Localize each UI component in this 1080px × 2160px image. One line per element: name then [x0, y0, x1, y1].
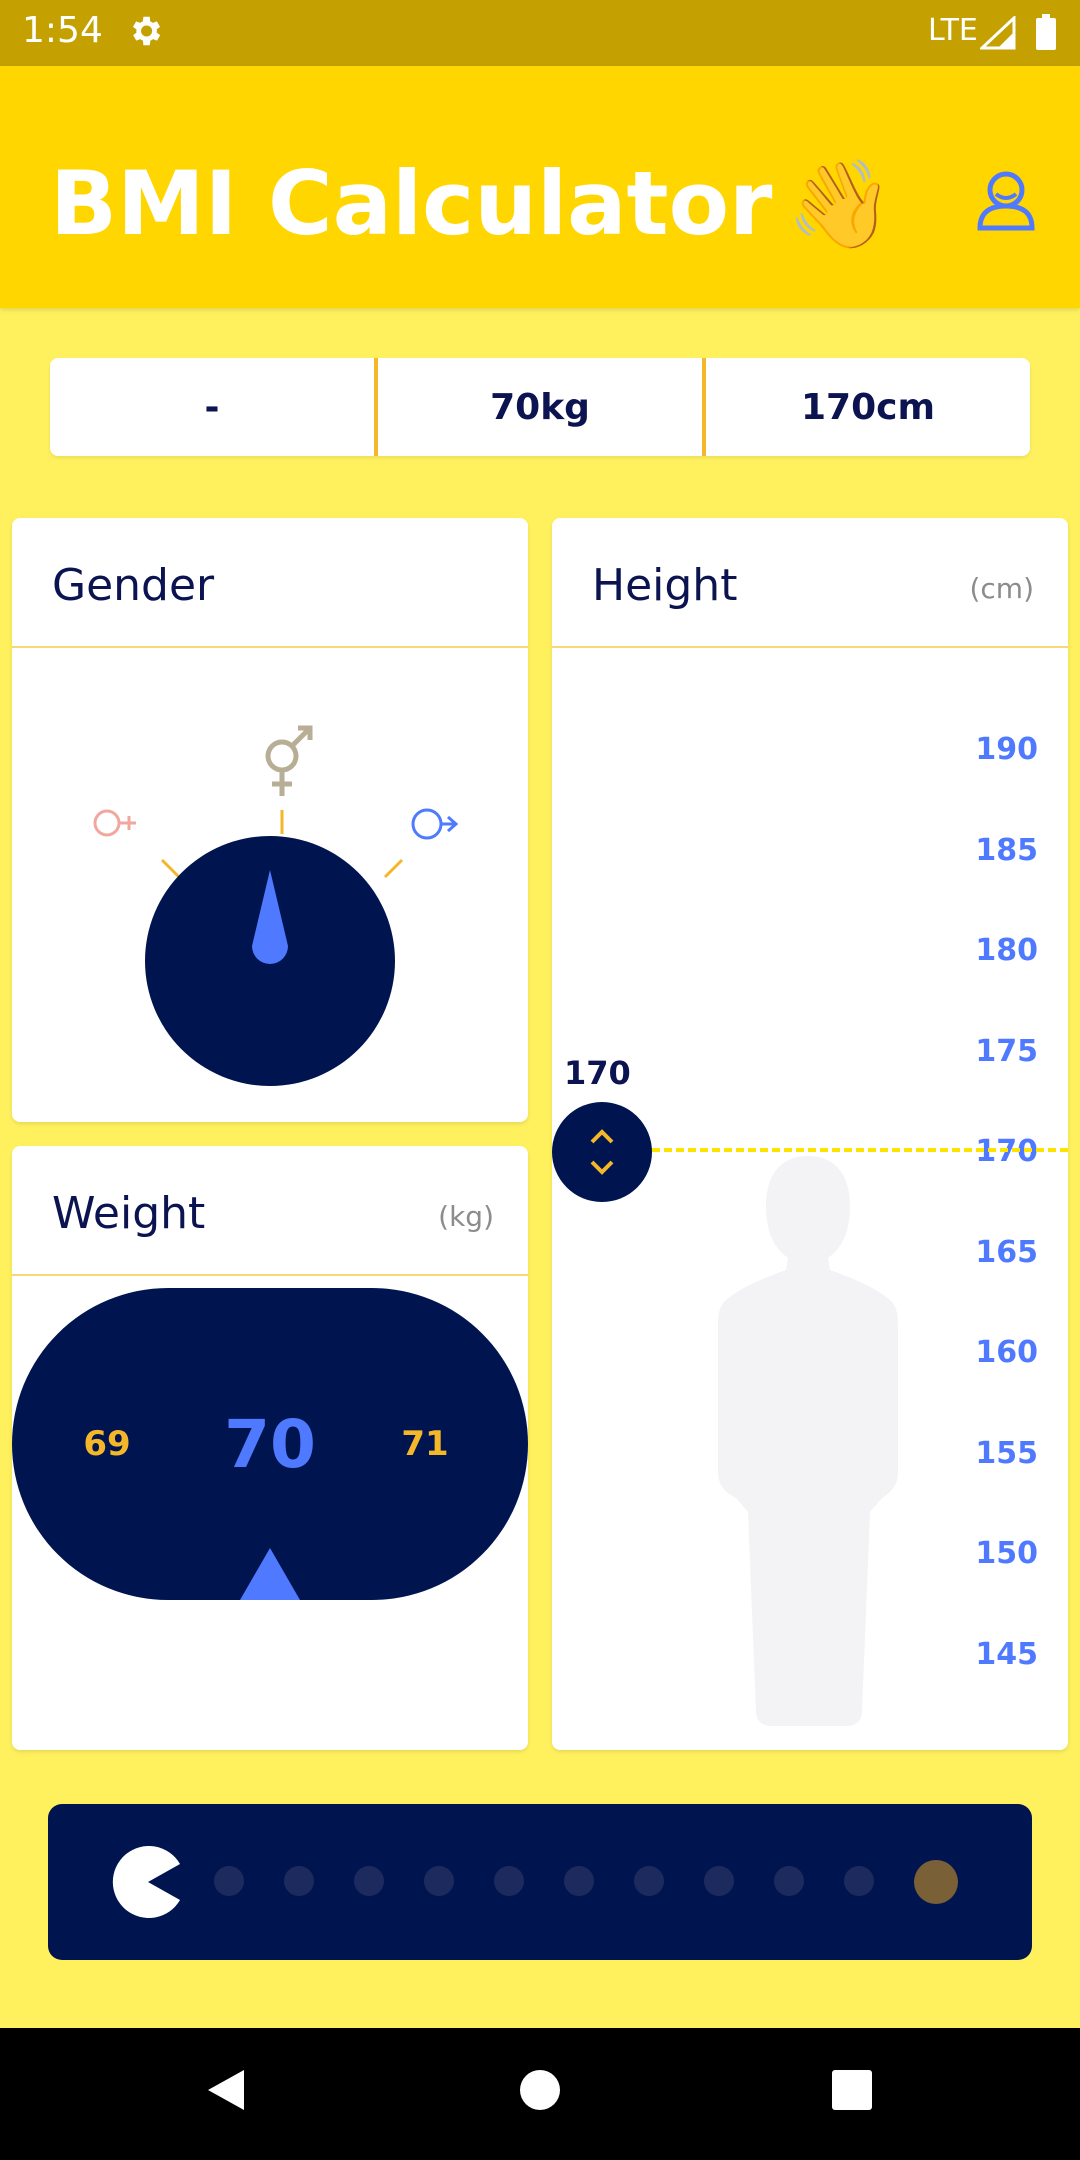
- weight-prev-value[interactable]: 69: [62, 1288, 152, 1600]
- battery-icon: [1036, 14, 1056, 54]
- title-text: BMI Calculator: [50, 152, 773, 255]
- progress-goal-dot: [914, 1860, 958, 1904]
- progress-dot: [494, 1866, 524, 1896]
- height-tick: 155: [975, 1436, 1038, 1471]
- progress-indicator: [48, 1804, 1032, 1960]
- height-tick: 150: [975, 1536, 1038, 1571]
- height-tick: 160: [975, 1335, 1038, 1370]
- height-card-title: Height: [592, 560, 738, 611]
- height-indicator-line: [652, 1148, 1068, 1152]
- height-tick: 185: [975, 833, 1038, 868]
- status-time: 1:54: [22, 10, 103, 51]
- signal-icon: [978, 14, 1016, 54]
- transgender-icon[interactable]: [265, 725, 313, 796]
- height-unit: (cm): [969, 572, 1034, 605]
- progress-dot: [354, 1866, 384, 1896]
- weight-selector[interactable]: 69 70 71: [12, 1288, 528, 1600]
- progress-dot: [564, 1866, 594, 1896]
- summary-weight: 70kg: [374, 358, 702, 456]
- height-tick: 190: [975, 732, 1038, 767]
- summary-gender: -: [204, 386, 220, 428]
- height-card-header: Height (cm): [552, 518, 1068, 648]
- progress-dot: [704, 1866, 734, 1896]
- profile-button[interactable]: [972, 166, 1040, 238]
- height-drag-handle[interactable]: [552, 1102, 652, 1202]
- waving-hand-icon: 👋: [786, 155, 894, 255]
- height-tick: 165: [975, 1235, 1038, 1270]
- home-icon[interactable]: [518, 2066, 562, 2114]
- progress-dot: [634, 1866, 664, 1896]
- pacman-icon: [112, 1846, 180, 1918]
- weight-unit: (kg): [438, 1200, 494, 1233]
- progress-dot: [214, 1866, 244, 1896]
- gender-card-header: Gender: [12, 518, 528, 648]
- app-bar: BMI Calculator 👋: [0, 66, 1080, 308]
- weight-next-value[interactable]: 71: [380, 1288, 470, 1600]
- network-label: LTE: [928, 13, 978, 48]
- system-nav-bar: [0, 2028, 1080, 2160]
- gender-card-title: Gender: [52, 560, 215, 611]
- weight-card-title: Weight: [52, 1188, 206, 1239]
- person-silhouette: [718, 1156, 898, 1726]
- height-card: Height (cm) 190 185 180 175 170 165 160 …: [552, 518, 1068, 1750]
- height-tick: 175: [975, 1034, 1038, 1069]
- status-bar: 1:54 LTE: [0, 0, 1080, 66]
- page-title: BMI Calculator 👋: [50, 152, 894, 256]
- weight-card: Weight (kg) 69 70 71: [12, 1146, 528, 1750]
- height-tick: 145: [975, 1637, 1038, 1672]
- chevron-up-down-icon: [590, 1129, 614, 1175]
- summary-height: 170cm: [702, 358, 1030, 456]
- male-icon[interactable]: [411, 808, 459, 840]
- progress-dot: [284, 1866, 314, 1896]
- progress-dot: [774, 1866, 804, 1896]
- gear-icon: [126, 12, 164, 54]
- progress-dot: [844, 1866, 874, 1896]
- gender-dial[interactable]: [12, 648, 528, 1122]
- height-handle-label: 170: [564, 1054, 631, 1092]
- weight-pointer: [240, 1548, 300, 1600]
- recents-icon[interactable]: [830, 2066, 874, 2114]
- bmi-summary: - 70kg 170cm: [50, 358, 1030, 456]
- height-tick: 180: [975, 933, 1038, 968]
- female-icon[interactable]: [93, 809, 136, 837]
- gender-card: Gender: [12, 518, 528, 1122]
- back-icon[interactable]: [204, 2066, 248, 2114]
- progress-dot: [424, 1866, 454, 1896]
- weight-card-header: Weight (kg): [12, 1146, 528, 1276]
